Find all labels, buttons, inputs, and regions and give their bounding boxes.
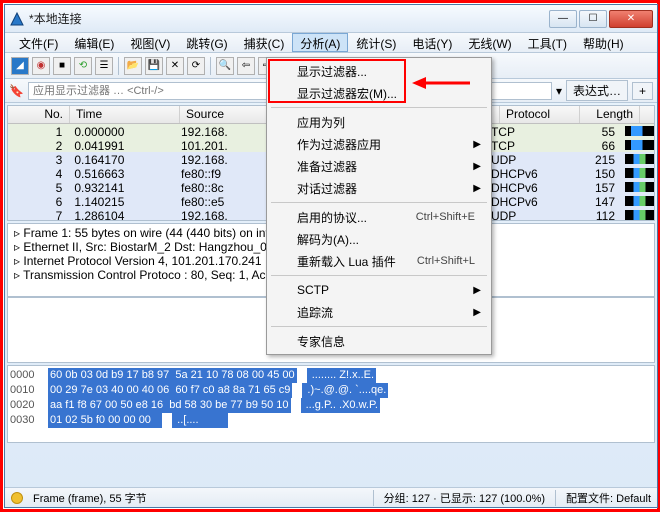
menubar: 文件(F) 编辑(E) 视图(V) 跳转(G) 捕获(C) 分析(A) 统计(S…	[5, 33, 657, 53]
menu-go[interactable]: 跳转(G)	[178, 33, 235, 52]
minimize-button[interactable]: —	[549, 10, 577, 28]
expert-info-icon[interactable]	[11, 492, 23, 504]
tool-icon[interactable]: ◢	[11, 57, 29, 75]
menu-edit[interactable]: 编辑(E)	[66, 33, 122, 52]
menu-stats[interactable]: 统计(S)	[348, 33, 404, 52]
find-icon[interactable]: 🔍	[216, 57, 234, 75]
col-length[interactable]: Length	[580, 106, 640, 123]
col-no[interactable]: No.	[8, 106, 70, 123]
add-filter-button[interactable]: +	[632, 82, 653, 100]
menu-item[interactable]: 应用为列	[269, 111, 489, 133]
window-title: *本地连接	[29, 10, 549, 27]
menu-item[interactable]: 对话过滤器▶	[269, 177, 489, 199]
menu-item[interactable]: 重新载入 Lua 插件Ctrl+Shift+L	[269, 250, 489, 272]
save-icon[interactable]: 💾	[145, 57, 163, 75]
menu-view[interactable]: 视图(V)	[122, 33, 178, 52]
open-icon[interactable]: 📂	[124, 57, 142, 75]
status-packets: 分组: 127 · 已显示: 127 (100.0%)	[384, 490, 545, 506]
menu-item[interactable]: 启用的协议...Ctrl+Shift+E	[269, 206, 489, 228]
col-time[interactable]: Time	[70, 106, 180, 123]
menu-item[interactable]: 准备过滤器▶	[269, 155, 489, 177]
menu-file[interactable]: 文件(F)	[11, 33, 66, 52]
start-capture-icon[interactable]: ◉	[32, 57, 50, 75]
hex-view[interactable]: 000060 0b 03 0d b9 17 b8 97 5a 21 10 78 …	[7, 365, 655, 443]
hex-row[interactable]: 0020aa f1 f8 67 00 50 e8 16 bd 58 30 be …	[10, 398, 652, 413]
status-bar: Frame (frame), 55 字节 分组: 127 · 已显示: 127 …	[5, 487, 657, 507]
titlebar: *本地连接 — ☐ ✕	[5, 5, 657, 33]
close-button[interactable]: ✕	[609, 10, 653, 28]
menu-tools[interactable]: 工具(T)	[520, 33, 575, 52]
close-file-icon[interactable]: ✕	[166, 57, 184, 75]
hex-row[interactable]: 000060 0b 03 0d b9 17 b8 97 5a 21 10 78 …	[10, 368, 652, 383]
reload-icon[interactable]: ⟳	[187, 57, 205, 75]
menu-telephony[interactable]: 电话(Y)	[404, 33, 460, 52]
hex-row[interactable]: 001000 29 7e 03 40 00 40 06 60 f7 c0 a8 …	[10, 383, 652, 398]
maximize-button[interactable]: ☐	[579, 10, 607, 28]
menu-item[interactable]: 作为过滤器应用▶	[269, 133, 489, 155]
restart-capture-icon[interactable]: ⟲	[74, 57, 92, 75]
menu-item[interactable]: 显示过滤器宏(M)...	[269, 82, 489, 104]
options-icon[interactable]: ☰	[95, 57, 113, 75]
col-proto[interactable]: Protocol	[500, 106, 580, 123]
stop-capture-icon[interactable]: ■	[53, 57, 71, 75]
app-icon	[9, 11, 25, 27]
bookmark-icon[interactable]: 🔖	[9, 84, 24, 98]
menu-item[interactable]: 解码为(A)...	[269, 228, 489, 250]
analyze-menu-dropdown: 显示过滤器...显示过滤器宏(M)... 应用为列作为过滤器应用▶准备过滤器▶对话…	[266, 57, 492, 355]
expression-button[interactable]: 表达式…	[566, 80, 628, 101]
menu-item[interactable]: 专家信息	[269, 330, 489, 352]
hex-row[interactable]: 003001 02 5b f0 00 00 00 ..[....	[10, 413, 652, 428]
menu-item[interactable]: SCTP▶	[269, 279, 489, 301]
status-profile[interactable]: 配置文件: Default	[566, 490, 651, 506]
status-frame: Frame (frame), 55 字节	[33, 490, 147, 506]
menu-capture[interactable]: 捕获(C)	[236, 33, 293, 52]
filter-dropdown-icon[interactable]: ▾	[556, 84, 562, 98]
menu-wireless[interactable]: 无线(W)	[460, 33, 519, 52]
menu-analyze[interactable]: 分析(A)	[292, 33, 348, 52]
prev-icon[interactable]: ⇦	[237, 57, 255, 75]
menu-item[interactable]: 追踪流▶	[269, 301, 489, 323]
menu-item[interactable]: 显示过滤器...	[269, 60, 489, 82]
menu-help[interactable]: 帮助(H)	[575, 33, 632, 52]
